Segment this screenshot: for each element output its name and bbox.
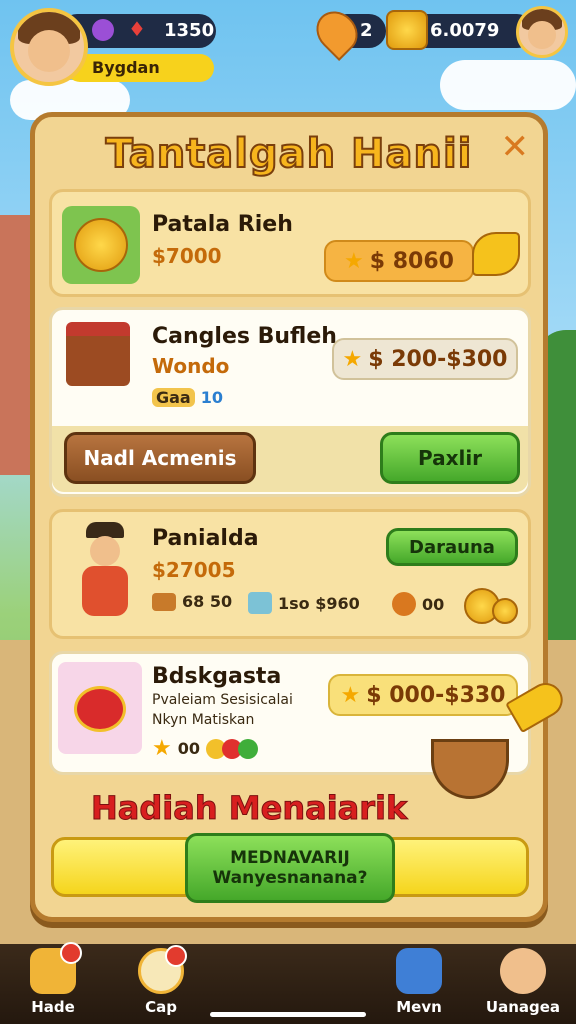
character-face bbox=[90, 536, 120, 566]
cta-button[interactable]: MEDNAVARIJ Wanyesnanana? bbox=[185, 833, 395, 903]
challenge-card[interactable]: Patala Rieh $7000 ★ $ 8060 bbox=[49, 189, 531, 297]
username-plate: Bygdan bbox=[66, 54, 214, 82]
notification-badge bbox=[60, 942, 82, 964]
friend-avatar[interactable] bbox=[516, 6, 568, 58]
cloud bbox=[440, 60, 576, 110]
stat-value: 00 bbox=[422, 594, 445, 614]
card-description: Nkyn Matiskan bbox=[152, 712, 255, 728]
coin-icon bbox=[492, 598, 518, 624]
treasure-chest-icon bbox=[66, 322, 130, 386]
card-subtitle: Wondo bbox=[152, 354, 230, 378]
map-icon bbox=[138, 945, 187, 994]
star-icon: ★ bbox=[342, 346, 363, 372]
stat-wood: 68 50 bbox=[152, 592, 232, 611]
close-icon[interactable]: ✕ bbox=[501, 127, 530, 167]
gift-box-icon bbox=[396, 948, 442, 994]
notification-badge bbox=[165, 945, 187, 967]
card-description: Pvaleiam Sesisicalai bbox=[152, 692, 293, 708]
dice-icon bbox=[30, 942, 82, 994]
challenge-card[interactable]: Cangles Bufleh Wondo Gaa 10 ★ $ 200-$300 … bbox=[49, 307, 531, 497]
character-body bbox=[82, 566, 128, 616]
coins-value: 6.0079 bbox=[430, 20, 500, 41]
detail-label: Gaa bbox=[152, 388, 195, 407]
nav-label: Cap bbox=[145, 998, 177, 1016]
star-icon: ★ bbox=[344, 248, 364, 274]
bottom-nav: Hade Cap Mevn Uanagea bbox=[0, 942, 576, 1024]
coin-badge-icon bbox=[74, 218, 128, 272]
price-value: $ 200-$300 bbox=[368, 346, 508, 372]
cooking-pot-icon bbox=[431, 739, 509, 799]
card-title: Cangles Bufleh bbox=[152, 324, 337, 349]
stat-map: 1so $960 bbox=[248, 592, 360, 614]
pins-value: 2 bbox=[360, 20, 373, 41]
stat-value: 68 50 bbox=[182, 592, 233, 611]
avatar-face bbox=[28, 30, 70, 73]
coin-stack-icon bbox=[386, 10, 428, 50]
player-avatar[interactable] bbox=[10, 8, 88, 86]
card-title: Panialda bbox=[152, 526, 259, 551]
cta-line-2: Wanyesnanana? bbox=[212, 868, 368, 888]
map-pin-icon bbox=[308, 3, 366, 61]
nav-label: Mevn bbox=[396, 998, 442, 1016]
username: Bygdan bbox=[92, 58, 160, 77]
fruit-icon bbox=[238, 738, 258, 759]
nav-item-cap[interactable]: Cap bbox=[116, 945, 206, 1016]
nav-item-uanagea[interactable]: Uanagea bbox=[478, 948, 568, 1016]
strawberry-icon: ♦ bbox=[128, 17, 146, 41]
card-detail: Gaa 10 bbox=[152, 388, 223, 407]
stat-value: 00 bbox=[177, 739, 200, 758]
badge-tile bbox=[62, 206, 140, 284]
card-title: Patala Rieh bbox=[152, 212, 293, 237]
ball-toy-icon bbox=[74, 686, 126, 732]
gem-icon bbox=[92, 19, 114, 41]
avatar-face bbox=[528, 20, 556, 49]
price-value: $ 8060 bbox=[369, 248, 454, 274]
horn-icon bbox=[472, 232, 520, 276]
cta-line-1: MEDNAVARIJ bbox=[230, 848, 350, 868]
gems-value: 1350 bbox=[164, 20, 215, 41]
card-action-button[interactable]: Darauna bbox=[386, 528, 518, 566]
nav-label: Uanagea bbox=[485, 998, 561, 1016]
challenge-panel: Tantalgah Hanii ✕ Patala Rieh $7000 ★ $ 8… bbox=[30, 112, 548, 922]
challenge-card[interactable]: Panialda $27005 Darauna 68 50 1so $960 0… bbox=[49, 509, 531, 639]
nav-label: Hade bbox=[31, 998, 75, 1016]
primary-action-button[interactable]: Paxlir bbox=[380, 432, 520, 484]
card-reward: $27005 bbox=[152, 558, 236, 582]
stat-cookie: 00 bbox=[392, 592, 444, 616]
card-reward: $7000 bbox=[152, 244, 222, 268]
nav-item-hade[interactable]: Hade bbox=[8, 942, 98, 1016]
price-tag[interactable]: ★ $ 8060 bbox=[324, 240, 474, 282]
detail-value: 10 bbox=[200, 388, 223, 407]
price-range-tag[interactable]: ★ $ 200-$300 bbox=[332, 338, 518, 380]
card-title: Bdskgasta bbox=[152, 664, 282, 689]
stat-star: ★ 00 bbox=[152, 736, 258, 761]
star-icon: ★ bbox=[340, 682, 361, 708]
nav-item-mevn[interactable]: Mevn bbox=[374, 948, 464, 1016]
star-icon: ★ bbox=[152, 736, 172, 761]
cookie-icon bbox=[392, 592, 416, 616]
map-icon bbox=[248, 592, 272, 614]
rewards-title: Hadiah Menaiarik bbox=[90, 789, 408, 828]
panel-title: Tantalgah Hanii bbox=[105, 130, 473, 178]
price-range-tag[interactable]: ★ $ 000-$330 bbox=[328, 674, 518, 716]
item-tile bbox=[58, 662, 142, 754]
price-value: $ 000-$330 bbox=[366, 682, 506, 708]
wood-icon bbox=[152, 592, 176, 611]
stat-value: 1so $960 bbox=[278, 593, 360, 613]
home-indicator bbox=[210, 1012, 366, 1017]
secondary-action-button[interactable]: Nadl Acmenis bbox=[64, 432, 256, 484]
profile-icon bbox=[500, 948, 546, 994]
character-illustration bbox=[76, 522, 134, 622]
